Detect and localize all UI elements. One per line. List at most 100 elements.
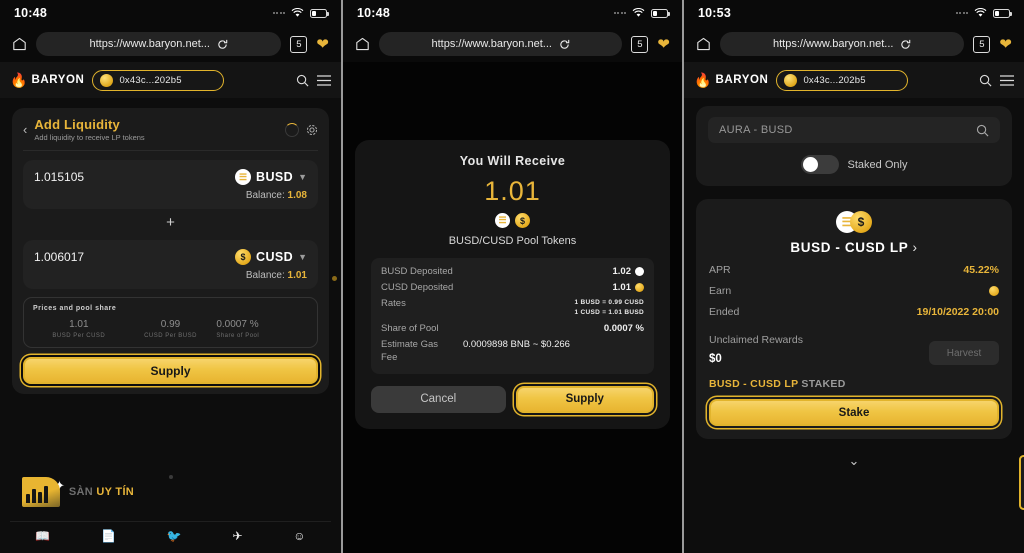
wallet-address-pill[interactable]: 0x43c...202b5 bbox=[92, 69, 225, 91]
status-time: 10:48 bbox=[357, 6, 390, 20]
signal-dots-icon bbox=[272, 12, 285, 14]
detail-key: BUSD Deposited bbox=[381, 266, 453, 277]
farm-row-key: APR bbox=[709, 264, 731, 276]
token-b-amount[interactable]: 1.006017 bbox=[34, 250, 84, 264]
token-input-cusd[interactable]: 1.006017 $ CUSD ▼ Balance: 1.01 bbox=[23, 240, 318, 289]
detail-key: Rates bbox=[381, 298, 406, 309]
modal-title: You Will Receive bbox=[459, 154, 566, 168]
wallet-address: 0x43c...202b5 bbox=[803, 74, 866, 86]
hamburger-icon[interactable] bbox=[317, 74, 331, 86]
chevron-right-icon: › bbox=[912, 240, 918, 255]
token-a-symbol: BUSD bbox=[256, 170, 294, 184]
token-b-balance-value: 1.01 bbox=[287, 270, 307, 281]
book-icon[interactable]: 📖 bbox=[35, 529, 50, 543]
farm-row-ended: Ended 19/10/2022 20:00 bbox=[709, 306, 999, 318]
tab-count-button[interactable]: 5 bbox=[631, 35, 649, 53]
token-b-balance-label: Balance: bbox=[245, 270, 285, 281]
wallet-coin-icon bbox=[100, 73, 114, 87]
discord-icon[interactable]: ☺ bbox=[293, 529, 305, 543]
app-header: 🔥 BARYON 0x43c...202b5 bbox=[0, 62, 341, 98]
url-text: https://www.baryon.net... bbox=[431, 38, 552, 50]
pool-cell-label: BUSD Per CUSD bbox=[52, 333, 106, 339]
stake-button[interactable]: Stake bbox=[709, 399, 999, 426]
prices-pool-share-box: Prices and pool share 1.01 BUSD Per CUSD… bbox=[23, 297, 318, 348]
farm-title[interactable]: BUSD - CUSD LP › bbox=[709, 240, 999, 255]
pool-cell-label: Share of Pool bbox=[216, 333, 260, 339]
token-b-symbol: CUSD bbox=[256, 250, 294, 264]
busd-coin-icon: ☰ bbox=[235, 169, 252, 185]
page-subtitle: Add liquidity to receive LP tokens bbox=[34, 133, 145, 142]
home-icon bbox=[13, 37, 26, 51]
heart-icon[interactable]: ❤ bbox=[316, 37, 329, 52]
tab-count-button[interactable]: 5 bbox=[290, 35, 308, 53]
supply-button[interactable]: Supply bbox=[515, 385, 654, 413]
detail-row-share-of-pool: Share of Pool 0.0007 % bbox=[381, 323, 644, 334]
status-time: 10:53 bbox=[698, 6, 731, 20]
detail-value: 1.01 bbox=[613, 282, 644, 293]
home-icon bbox=[356, 37, 369, 51]
gear-icon[interactable] bbox=[306, 124, 318, 136]
search-icon bbox=[976, 124, 989, 136]
token-a-selector[interactable]: ☰ BUSD ▼ bbox=[235, 169, 307, 185]
search-input[interactable]: AURA - BUSD bbox=[708, 117, 1000, 143]
confirm-supply-modal: You Will Receive 1.01 ☰ $ BUSD/CUSD Pool… bbox=[355, 140, 670, 429]
harvest-button[interactable]: Harvest bbox=[929, 341, 999, 365]
token-coin-icon bbox=[989, 286, 999, 296]
status-time: 10:48 bbox=[14, 6, 47, 20]
wifi-icon bbox=[974, 8, 987, 17]
detail-amount: 1.02 bbox=[612, 266, 632, 277]
cancel-button[interactable]: Cancel bbox=[371, 385, 506, 413]
pool-box-title: Prices and pool share bbox=[33, 305, 117, 312]
url-bar[interactable]: https://www.baryon.net... bbox=[720, 32, 965, 56]
token-input-busd[interactable]: 1.015105 ☰ BUSD ▼ Balance: 1.08 bbox=[23, 160, 318, 209]
chevron-left-icon[interactable]: ‹ bbox=[23, 122, 27, 137]
pool-cell: 0.0007 % Share of Pool bbox=[216, 319, 308, 339]
rate-line: 1 BUSD = 0.99 CUSD bbox=[574, 299, 644, 306]
signal-dots-icon bbox=[955, 12, 968, 14]
wallet-address-pill[interactable]: 0x43c...202b5 bbox=[776, 69, 909, 91]
social-links-bar: 📖 📄 🐦 ✈ ☺ bbox=[10, 521, 331, 549]
staked-pair-name: BUSD - CUSD LP bbox=[709, 378, 799, 390]
add-liquidity-content: ‹ Add Liquidity Add liquidity to receive… bbox=[0, 98, 341, 394]
document-icon[interactable]: 📄 bbox=[101, 529, 116, 543]
signal-dots-icon bbox=[613, 12, 626, 14]
receive-amount: 1.01 bbox=[484, 176, 541, 206]
farm-row-apr: APR 45.22% bbox=[709, 264, 999, 276]
url-bar[interactable]: https://www.baryon.net... bbox=[36, 32, 282, 56]
detail-row-cusd-deposited: CUSD Deposited 1.01 bbox=[381, 282, 644, 293]
watermark-text-b: UY TÍN bbox=[96, 486, 135, 498]
hamburger-icon[interactable] bbox=[1000, 74, 1014, 86]
watermark-text-a: SÀN bbox=[68, 486, 97, 498]
tab-count-button[interactable]: 5 bbox=[973, 35, 991, 53]
add-liquidity-header: ‹ Add Liquidity Add liquidity to receive… bbox=[12, 108, 329, 148]
divider bbox=[23, 150, 318, 151]
phone-panel-add-liquidity: 10:48 https://www.baryon.net... 5 ❤ 🔥 BA… bbox=[0, 0, 341, 553]
token-b-selector[interactable]: $ CUSD ▼ bbox=[235, 249, 307, 265]
heart-icon[interactable]: ❤ bbox=[657, 37, 670, 52]
telegram-icon[interactable]: ✈ bbox=[232, 529, 242, 543]
chart-logo-icon bbox=[22, 477, 60, 507]
phone-panel-farm-stake: 10:53 https://www.baryon.net... 5 ❤ 🔥 BA… bbox=[682, 0, 1024, 553]
detail-key: Share of Pool bbox=[381, 323, 439, 335]
loading-spinner-icon[interactable] bbox=[285, 122, 299, 137]
staked-suffix: STAKED bbox=[798, 378, 846, 390]
plus-icon: + bbox=[166, 214, 175, 231]
edge-scroll-handle[interactable] bbox=[1019, 455, 1024, 510]
reload-icon bbox=[560, 39, 570, 49]
token-a-balance-label: Balance: bbox=[245, 190, 285, 201]
staked-only-toggle[interactable] bbox=[800, 155, 839, 174]
token-a-balance-value: 1.08 bbox=[287, 190, 307, 201]
token-a-amount[interactable]: 1.015105 bbox=[34, 170, 84, 184]
busd-coin-icon: ☰ bbox=[495, 213, 510, 228]
heart-icon[interactable]: ❤ bbox=[999, 37, 1012, 52]
page-title: Add Liquidity bbox=[34, 117, 120, 132]
chevron-down-icon[interactable]: ⌄ bbox=[684, 453, 1024, 469]
twitter-icon[interactable]: 🐦 bbox=[167, 529, 182, 543]
brand-logo: 🔥 BARYON bbox=[694, 73, 768, 87]
search-icon[interactable] bbox=[296, 74, 309, 87]
detail-value: 0.0009898 BNB ~ $0.266 bbox=[463, 339, 570, 351]
supply-button[interactable]: Supply bbox=[23, 357, 318, 384]
url-bar[interactable]: https://www.baryon.net... bbox=[379, 32, 623, 56]
search-icon[interactable] bbox=[979, 74, 992, 87]
flame-icon: 🔥 bbox=[10, 72, 28, 88]
